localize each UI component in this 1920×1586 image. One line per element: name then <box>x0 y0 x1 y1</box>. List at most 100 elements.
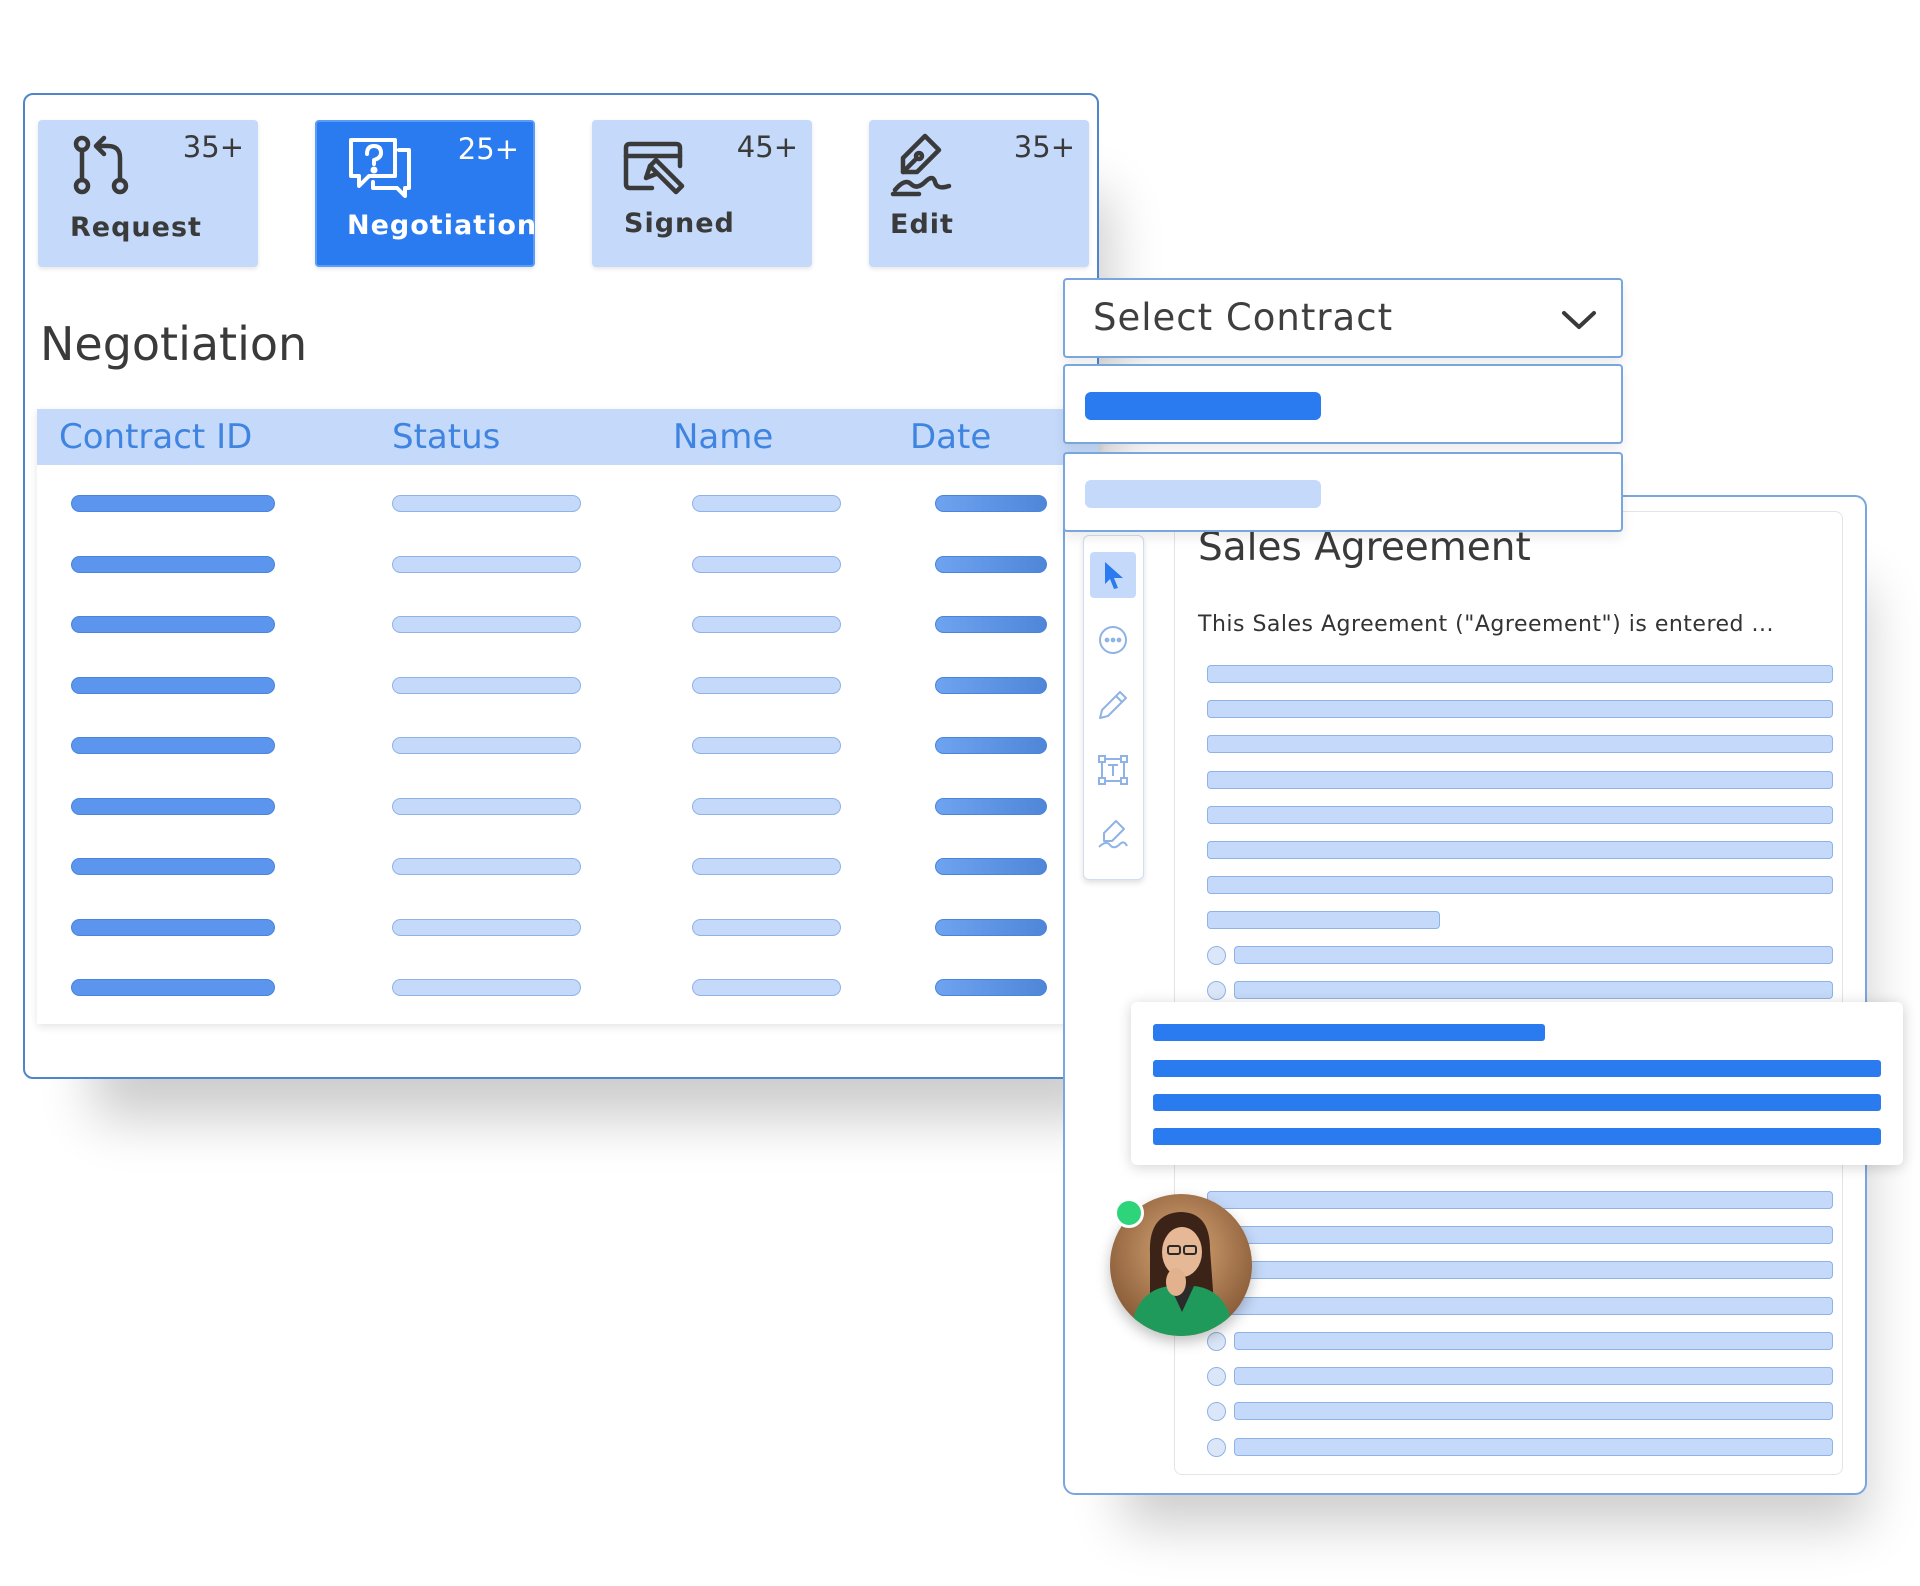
placeholder-cell-bar <box>392 918 581 936</box>
placeholder-cell-bar <box>392 979 581 996</box>
placeholder-cell-bar <box>71 979 275 996</box>
placeholder-cell-bar <box>935 737 1047 754</box>
placeholder-cell-bar <box>392 495 581 512</box>
document-intro: This Sales Agreement ("Agreement") is en… <box>1198 612 1774 637</box>
column-header-date[interactable]: Date <box>910 417 991 457</box>
text-line-placeholder <box>1234 1332 1833 1350</box>
bullet-point <box>1207 946 1226 965</box>
highlight-bar <box>1153 1024 1545 1041</box>
tab-signed[interactable]: 45+ Signed <box>592 120 812 267</box>
option-placeholder-bar <box>1085 392 1321 420</box>
highlighted-clause-popup[interactable] <box>1131 1002 1903 1165</box>
placeholder-cell-bar <box>935 555 1047 573</box>
bullet-point <box>1207 1437 1226 1457</box>
table-header: Contract ID Status Name Date <box>37 409 1099 465</box>
text-box-icon <box>1098 755 1128 785</box>
tab-negotiation[interactable]: 25+ Negotiation <box>315 120 538 267</box>
text-line-placeholder <box>1207 735 1833 754</box>
tab-count: 45+ <box>736 130 798 164</box>
text-line-placeholder <box>1207 700 1833 719</box>
text-box-tool[interactable] <box>1090 747 1136 793</box>
column-header-status[interactable]: Status <box>392 417 500 457</box>
placeholder-cell-bar <box>935 797 1047 815</box>
placeholder-cell-bar <box>71 676 275 694</box>
tab-label: Request <box>70 212 202 243</box>
text-line-placeholder <box>1207 665 1833 683</box>
placeholder-cell-bar <box>692 918 841 936</box>
placeholder-cell-bar <box>935 858 1047 875</box>
select-contract-dropdown[interactable]: Select Contract <box>1063 278 1623 358</box>
placeholder-cell-bar <box>692 979 841 996</box>
placeholder-cell-bar <box>692 495 841 512</box>
pen-icon <box>1099 691 1127 719</box>
placeholder-cell-bar <box>692 676 841 694</box>
placeholder-cell-bar <box>692 858 841 875</box>
placeholder-cell-bar <box>935 918 1047 936</box>
placeholder-cell-bar <box>392 616 581 633</box>
signed-window-icon <box>622 138 688 204</box>
placeholder-cell-bar <box>71 555 275 573</box>
option-placeholder-bar <box>1085 480 1321 508</box>
placeholder-cell-bar <box>392 555 581 573</box>
placeholder-cell-bar <box>392 797 581 815</box>
signature-icon <box>1098 820 1128 849</box>
tab-count: 35+ <box>182 130 244 164</box>
text-line-placeholder <box>1207 770 1833 789</box>
bullet-point <box>1207 1332 1226 1351</box>
chevron-down-icon <box>1562 311 1596 329</box>
highlight-bar <box>1153 1128 1881 1145</box>
tab-request[interactable]: 35+ Request <box>38 120 258 267</box>
placeholder-cell-bar <box>935 495 1047 512</box>
highlight-bar <box>1153 1060 1881 1077</box>
contracts-panel: 35+ Request 25+ Negotiation 45+ Signed 3… <box>23 93 1099 1079</box>
text-line-placeholder <box>1207 1296 1833 1315</box>
cursor-tool[interactable] <box>1090 552 1136 598</box>
signature-tool[interactable] <box>1090 812 1136 858</box>
text-line-placeholder <box>1207 911 1440 929</box>
placeholder-cell-bar <box>71 918 275 936</box>
cursor-icon <box>1105 562 1123 589</box>
pen-tool[interactable] <box>1090 682 1136 728</box>
placeholder-cell-bar <box>692 555 841 573</box>
text-line-placeholder <box>1207 876 1833 895</box>
placeholder-cell-bar <box>935 979 1047 996</box>
text-line-placeholder <box>1234 946 1833 964</box>
text-line-placeholder <box>1207 1261 1833 1280</box>
text-line-placeholder <box>1234 1437 1833 1456</box>
text-line-placeholder <box>1234 981 1833 1000</box>
placeholder-cell-bar <box>935 676 1047 694</box>
select-contract-label: Select Contract <box>1093 296 1394 339</box>
placeholder-cell-bar <box>935 616 1047 633</box>
comment-icon <box>1099 626 1127 654</box>
tab-edit[interactable]: 35+ Edit <box>869 120 1089 267</box>
question-chat-icon <box>347 134 413 200</box>
column-header-name[interactable]: Name <box>673 417 773 457</box>
column-header-contract-id[interactable]: Contract ID <box>59 417 252 457</box>
text-line-placeholder <box>1234 1402 1833 1421</box>
tab-label: Negotiation <box>347 210 538 241</box>
placeholder-cell-bar <box>71 616 275 633</box>
placeholder-cell-bar <box>71 797 275 815</box>
tab-count: 25+ <box>457 132 519 166</box>
placeholder-cell-bar <box>71 737 275 754</box>
document-toolbar <box>1083 535 1144 880</box>
placeholder-cell-bar <box>71 495 275 512</box>
tab-label: Edit <box>890 209 954 240</box>
comment-tool[interactable] <box>1090 617 1136 663</box>
placeholder-cell-bar <box>392 676 581 694</box>
pen-signature-icon <box>889 132 955 198</box>
highlight-bar <box>1153 1094 1881 1111</box>
online-status-indicator <box>1114 1198 1144 1228</box>
placeholder-cell-bar <box>692 616 841 633</box>
contracts-table: Contract ID Status Name Date <box>37 409 1099 1024</box>
text-line-placeholder <box>1234 1367 1833 1386</box>
placeholder-cell-bar <box>692 737 841 754</box>
tab-count: 35+ <box>1013 130 1075 164</box>
text-line-placeholder <box>1207 1191 1833 1209</box>
placeholder-cell-bar <box>71 858 275 875</box>
git-branch-icon <box>68 132 134 198</box>
dropdown-option[interactable] <box>1063 364 1623 444</box>
dropdown-option[interactable] <box>1063 452 1623 532</box>
tab-label: Signed <box>624 208 735 239</box>
placeholder-cell-bar <box>692 797 841 815</box>
